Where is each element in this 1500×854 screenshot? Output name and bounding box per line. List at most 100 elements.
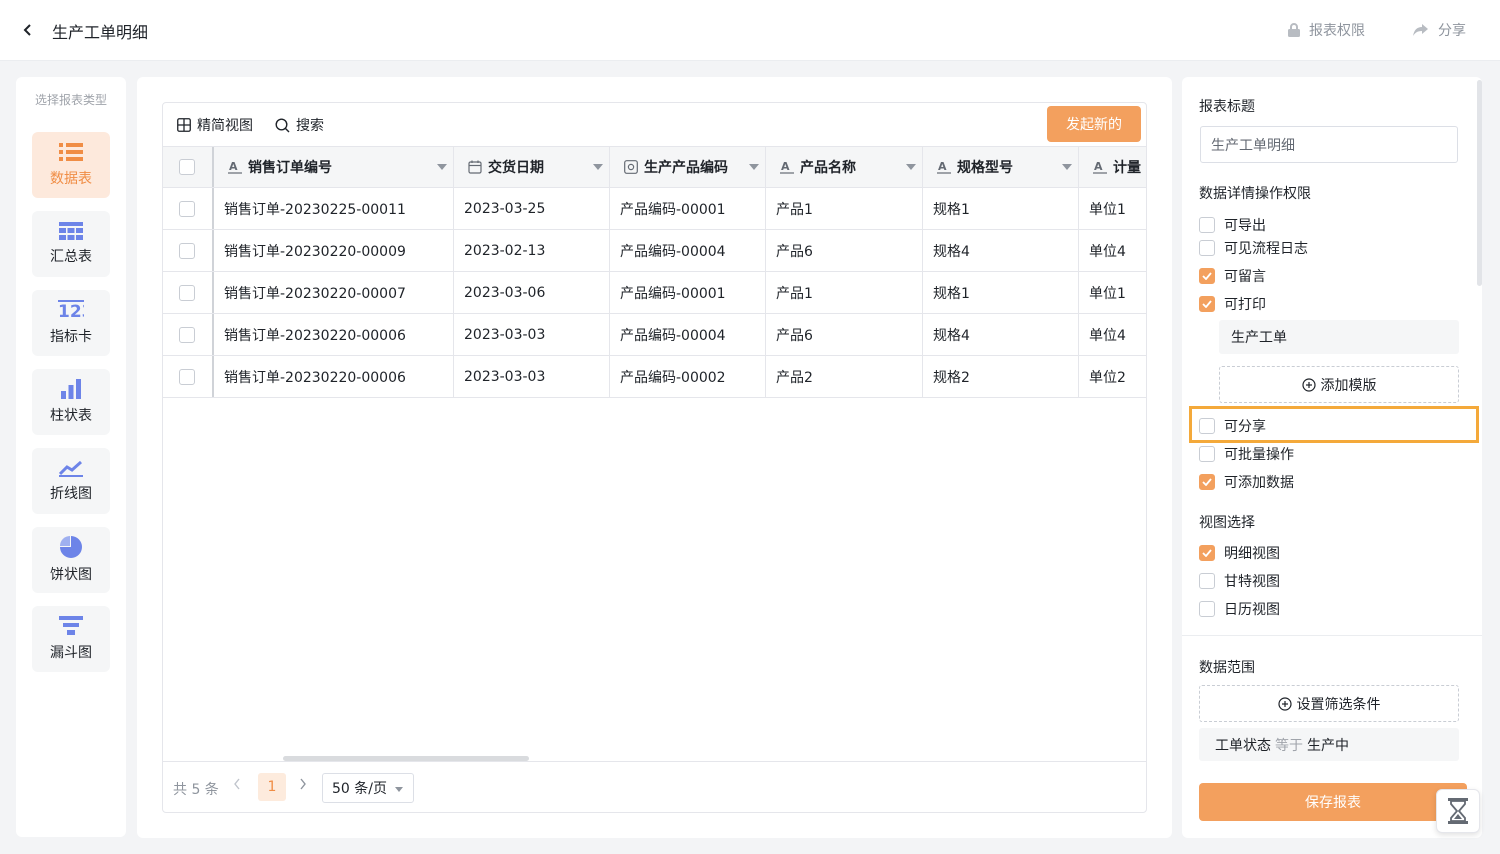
permissions-title: 数据详情操作权限 [1199,186,1311,202]
add-template-button[interactable]: 添加模版 [1219,366,1459,403]
report-title-input[interactable] [1200,126,1458,163]
column-dropdown-icon[interactable] [906,164,916,170]
print-template-item[interactable]: 生产工单 [1219,320,1459,354]
prev-page-button[interactable] [233,778,241,794]
type-item-funnel-chart[interactable]: 漏斗图 [32,606,110,672]
permission-view-process-log[interactable]: 可见流程日志 [1199,238,1308,258]
report-title-label: 报表标题 [1199,99,1255,115]
table-cell[interactable]: 产品编码-00004 [610,314,766,355]
share-button[interactable]: 分享 [1412,20,1466,40]
permission-print[interactable]: 可打印 [1199,294,1266,314]
table-cell[interactable]: 单位1 [1079,272,1146,313]
table-cell[interactable]: 2023-03-06 [454,272,610,313]
column-dropdown-icon[interactable] [593,164,603,170]
table-cell[interactable]: 单位2 [1079,356,1146,397]
table-cell[interactable]: 单位1 [1079,188,1146,229]
table-cell[interactable]: 产品1 [766,272,923,313]
column-dropdown-icon[interactable] [749,164,759,170]
select-all-checkbox[interactable] [179,159,195,175]
option-label: 明细视图 [1224,546,1280,562]
table-cell[interactable]: 规格1 [923,272,1079,313]
type-item-data-table[interactable]: 数据表 [32,132,110,198]
view-calendar[interactable]: 日历视图 [1199,599,1280,619]
row-checkbox[interactable] [179,284,195,301]
table-cell[interactable]: 2023-03-03 [454,356,610,397]
search-button[interactable]: 搜索 [275,115,324,135]
table-cell[interactable]: 规格4 [923,314,1079,355]
page-size-select[interactable]: 50 条/页 [322,773,414,803]
table-cell[interactable]: 单位4 [1079,230,1146,271]
type-item-pie-chart[interactable]: 饼状图 [32,527,110,593]
table-cell[interactable]: 产品编码-00001 [610,188,766,229]
settings-scrollbar[interactable] [1477,80,1482,286]
table-row[interactable]: 销售订单-20230220-00006 2023-03-03 产品编码-0000… [163,314,1146,356]
table-cell[interactable]: 产品6 [766,314,923,355]
permission-export[interactable]: 可导出 [1199,215,1266,235]
page-number-current[interactable]: 1 [258,773,286,801]
report-permission-button[interactable]: 报表权限 [1287,20,1365,40]
start-new-button[interactable]: 发起新的 [1047,106,1141,142]
table-cell[interactable]: 销售订单-20230220-00007 [214,272,454,313]
table-cell[interactable]: 产品1 [766,188,923,229]
checkbox[interactable] [1199,573,1215,589]
table-cell[interactable]: 销售订单-20230220-00006 [214,314,454,355]
table-row[interactable]: 销售订单-20230225-00011 2023-03-25 产品编码-0000… [163,188,1146,230]
type-item-line-chart[interactable]: 折线图 [32,448,110,514]
table-cell[interactable]: 规格1 [923,188,1079,229]
filter-condition[interactable]: 工单状态 等于 生产中 [1199,728,1459,761]
checkbox-checked[interactable] [1199,474,1215,490]
type-item-metric-card[interactable]: 123 指标卡 [32,290,110,356]
table-cell[interactable]: 产品编码-00004 [610,230,766,271]
table-cell[interactable]: 销售订单-20230220-00006 [214,356,454,397]
table-cell[interactable]: 2023-02-13 [454,230,610,271]
column-header-delivery-date[interactable]: 交货日期 [454,147,610,187]
checkbox[interactable] [1199,601,1215,617]
permission-add-data[interactable]: 可添加数据 [1199,472,1294,492]
column-header-unit[interactable]: A 计量 [1079,147,1146,187]
permission-batch-operation[interactable]: 可批量操作 [1199,444,1294,464]
column-header-spec-model[interactable]: A 规格型号 [923,147,1079,187]
type-item-bar-chart[interactable]: 柱状表 [32,369,110,435]
column-dropdown-icon[interactable] [1062,164,1072,170]
type-item-summary-table[interactable]: 汇总表 [32,211,110,277]
table-cell[interactable]: 产品编码-00002 [610,356,766,397]
next-page-button[interactable] [299,778,307,794]
table-cell[interactable]: 规格2 [923,356,1079,397]
column-header-product-name[interactable]: A 产品名称 [766,147,923,187]
table-cell[interactable]: 规格4 [923,230,1079,271]
table-row[interactable]: 销售订单-20230220-00006 2023-03-03 产品编码-0000… [163,356,1146,398]
view-detail[interactable]: 明细视图 [1199,543,1280,563]
table-row[interactable]: 销售订单-20230220-00007 2023-03-06 产品编码-0000… [163,272,1146,314]
floating-history-button[interactable] [1436,789,1480,833]
permission-comment[interactable]: 可留言 [1199,266,1266,286]
checkbox-checked[interactable] [1199,545,1215,561]
save-report-button[interactable]: 保存报表 [1199,783,1467,821]
condition-value: 生产中 [1307,737,1349,754]
column-dropdown-icon[interactable] [437,164,447,170]
simple-view-button[interactable]: 精简视图 [177,115,253,135]
table-cell[interactable]: 产品编码-00001 [610,272,766,313]
table-cell[interactable]: 2023-03-03 [454,314,610,355]
table-row[interactable]: 销售订单-20230220-00009 2023-02-13 产品编码-0000… [163,230,1146,272]
set-filter-button[interactable]: 设置筛选条件 [1199,685,1459,722]
table-cell[interactable]: 产品2 [766,356,923,397]
table-cell[interactable]: 销售订单-20230225-00011 [214,188,454,229]
row-checkbox[interactable] [179,326,195,343]
table-cell[interactable]: 2023-03-25 [454,188,610,229]
table-cell[interactable]: 产品6 [766,230,923,271]
checkbox-checked[interactable] [1199,296,1215,312]
checkbox-checked[interactable] [1199,268,1215,284]
plus-circle-icon [1277,696,1292,711]
table-cell[interactable]: 销售订单-20230220-00009 [214,230,454,271]
row-checkbox[interactable] [179,368,195,385]
back-button[interactable] [16,18,40,42]
checkbox[interactable] [1199,240,1215,256]
checkbox[interactable] [1199,217,1215,233]
view-gantt[interactable]: 甘特视图 [1199,571,1280,591]
column-header-product-code[interactable]: 生产产品编码 [610,147,766,187]
column-header-sales-order-no[interactable]: A 销售订单编号 [214,147,454,187]
row-checkbox[interactable] [179,242,195,259]
row-checkbox[interactable] [179,200,195,217]
checkbox[interactable] [1199,446,1215,462]
table-cell[interactable]: 单位4 [1079,314,1146,355]
